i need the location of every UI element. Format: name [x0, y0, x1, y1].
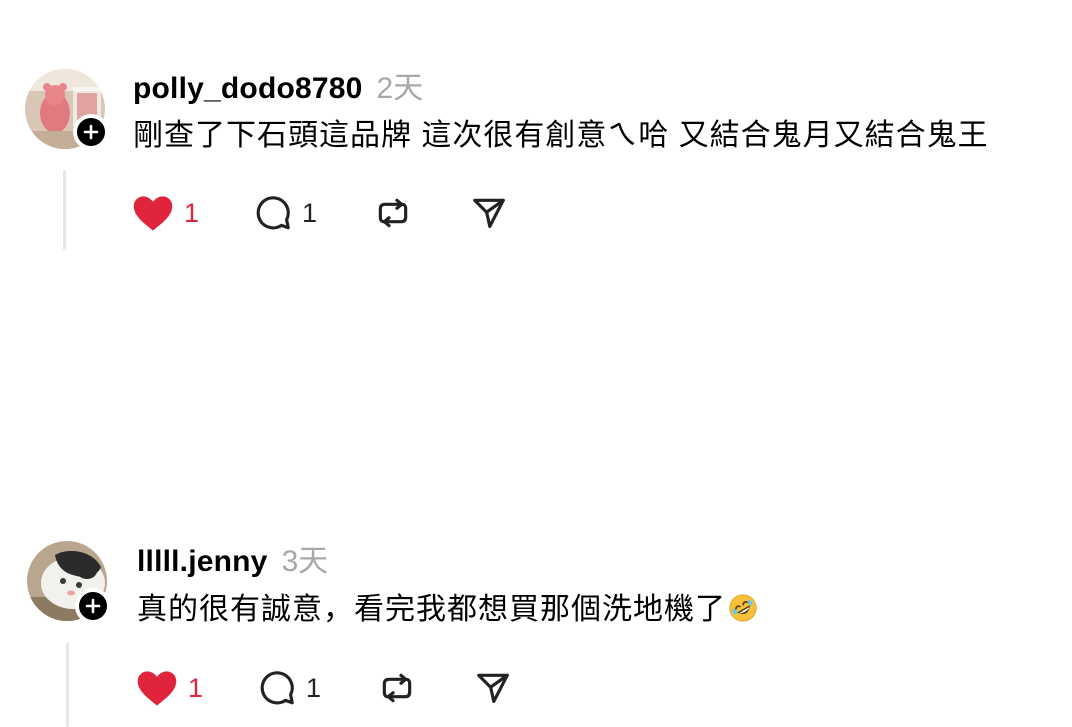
send-icon — [477, 673, 509, 704]
share-button[interactable] — [474, 666, 512, 710]
comment-text: 剛查了下石頭這品牌 這次很有創意ㄟ哈 又結合鬼月又結合鬼王 — [133, 119, 989, 152]
heart-filled-icon — [133, 196, 173, 231]
reply-bubble-icon — [256, 196, 290, 230]
follow-button[interactable] — [73, 114, 109, 150]
thread-line — [63, 170, 66, 250]
share-button[interactable] — [470, 191, 508, 235]
like-button[interactable]: 1 — [136, 666, 203, 710]
timestamp: 3天 — [281, 545, 329, 578]
follow-button[interactable] — [75, 588, 111, 624]
reply-count: 1 — [306, 672, 322, 703]
username[interactable]: polly_dodo8780 — [133, 72, 363, 106]
reply-button[interactable]: 1 — [254, 191, 317, 235]
reply-bubble-icon — [260, 671, 294, 705]
like-count: 1 — [188, 672, 204, 703]
send-icon — [473, 198, 505, 229]
comment-header: polly_dodo8780 2天 — [133, 63, 423, 107]
repost-icon — [378, 198, 408, 228]
comment-text-content: 真的很有誠意，看完我都想買那個洗地機了 — [137, 593, 726, 626]
repost-button[interactable] — [374, 191, 412, 235]
plus-icon — [83, 124, 99, 140]
reply-count: 1 — [302, 197, 318, 228]
thread-line — [66, 643, 69, 727]
reply-button[interactable]: 1 — [258, 666, 321, 710]
comment-text: 真的很有誠意，看完我都想買那個洗地機了 — [137, 590, 758, 630]
repost-icon — [382, 673, 412, 703]
timestamp: 2天 — [376, 72, 424, 105]
username[interactable]: lllll.jenny — [137, 545, 268, 579]
like-button[interactable]: 1 — [132, 191, 199, 235]
rolling-on-floor-laughing-emoji-icon — [729, 594, 757, 622]
like-count: 1 — [184, 197, 200, 228]
heart-filled-icon — [137, 671, 177, 706]
comment-header: lllll.jenny 3天 — [137, 536, 328, 580]
plus-icon — [85, 598, 101, 614]
repost-button[interactable] — [378, 666, 416, 710]
